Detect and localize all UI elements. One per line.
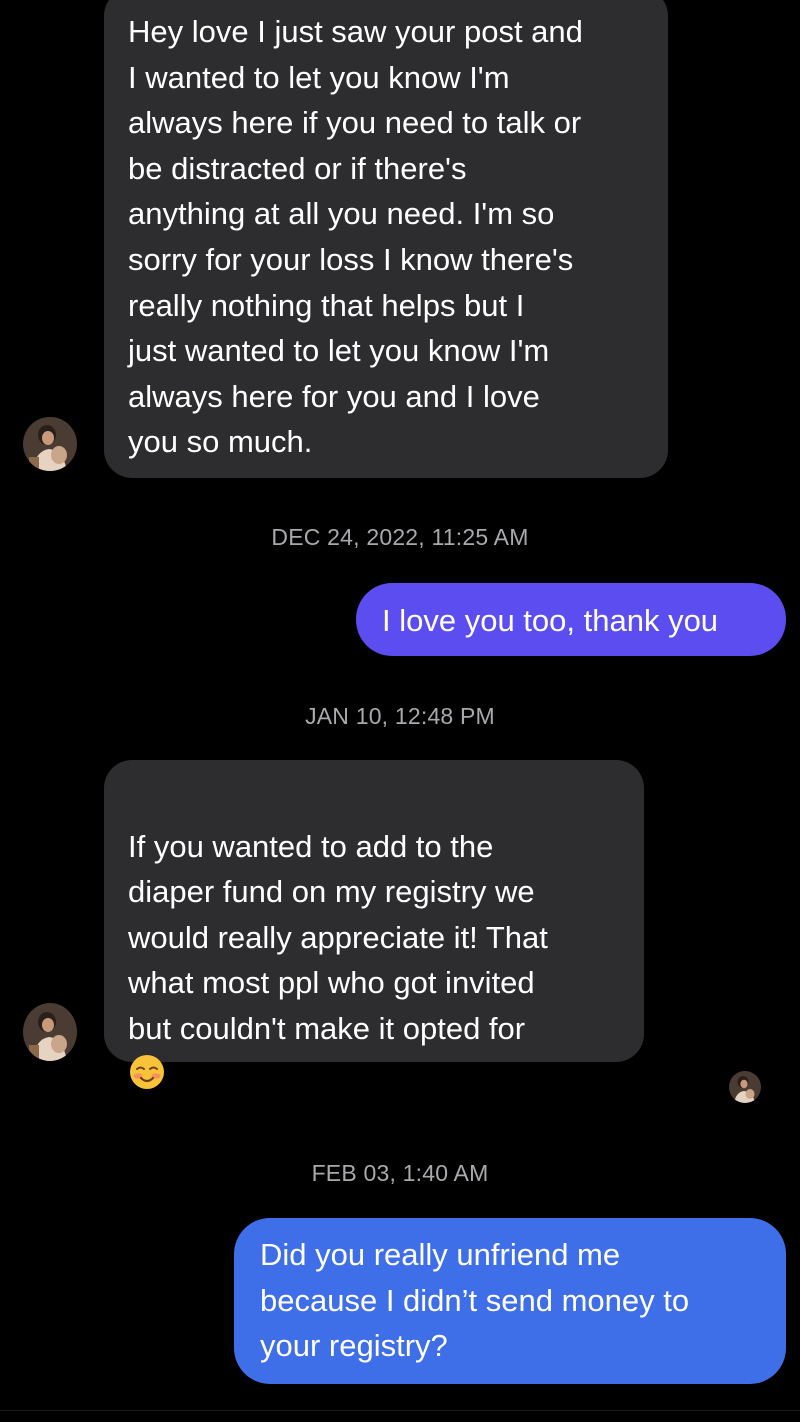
contact-avatar-photo-icon bbox=[23, 417, 77, 471]
outgoing-message-bubble[interactable]: Did you really unfriend me because I did… bbox=[234, 1218, 786, 1384]
outgoing-message-bubble[interactable]: I love you too, thank you bbox=[356, 583, 786, 656]
contact-avatar[interactable] bbox=[23, 1003, 77, 1061]
message-timestamp: FEB 03, 1:40 AM bbox=[311, 1160, 489, 1186]
incoming-message-bubble[interactable]: If you wanted to add to the diaper fund … bbox=[104, 760, 644, 1089]
seen-receipt-avatar-photo-icon bbox=[729, 1071, 761, 1103]
incoming-message-bubble[interactable]: Hey love I just saw your post and I want… bbox=[104, 0, 668, 478]
message-timestamp: DEC 24, 2022, 11:25 AM bbox=[271, 524, 529, 550]
contact-avatar[interactable] bbox=[23, 417, 77, 471]
composer-divider bbox=[0, 1410, 800, 1411]
contact-avatar-photo-icon bbox=[23, 1003, 77, 1061]
message-timestamp: JAN 10, 12:48 PM bbox=[305, 703, 495, 729]
smiling-face-with-blush-icon bbox=[128, 1053, 166, 1091]
seen-receipt-avatar bbox=[729, 1071, 761, 1103]
message-text: If you wanted to add to the diaper fund … bbox=[128, 828, 548, 1046]
